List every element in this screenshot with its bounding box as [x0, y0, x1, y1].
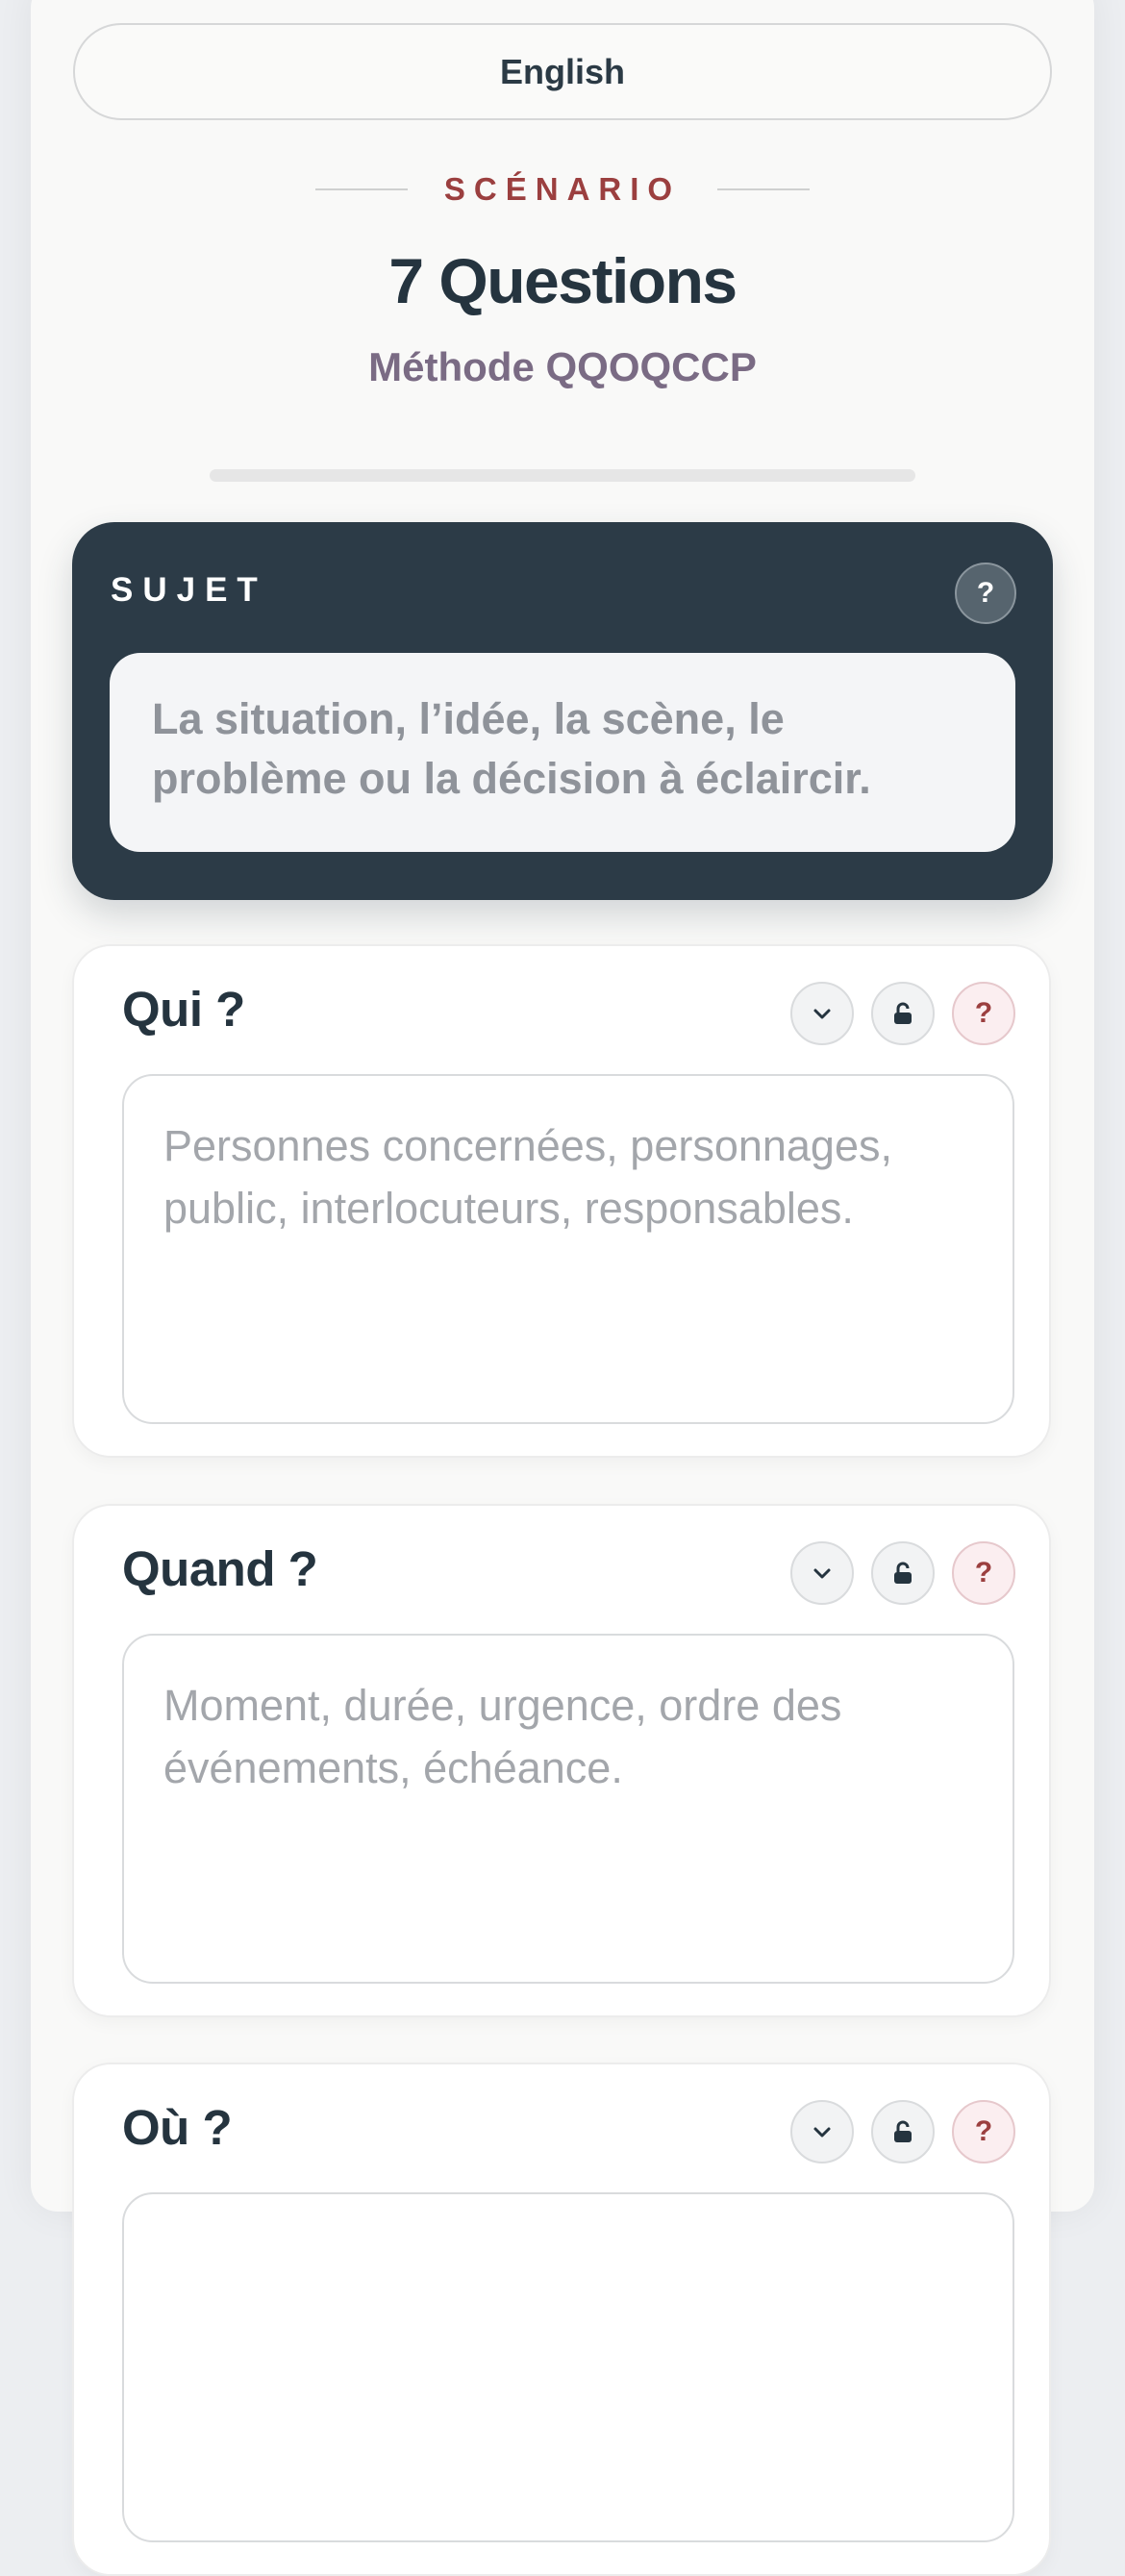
question-input[interactable] — [122, 2192, 1014, 2542]
subject-label: SUJET — [111, 571, 267, 609]
subject-help-button[interactable]: ? — [955, 563, 1016, 624]
help-icon: ? — [974, 2115, 993, 2147]
question-card-ou: Où ? ? — [72, 2063, 1051, 2576]
collapse-button[interactable] — [790, 1541, 854, 1605]
collapse-button[interactable] — [790, 2100, 854, 2163]
chevron-down-icon — [813, 2127, 831, 2138]
language-toggle-button[interactable]: English — [73, 23, 1052, 120]
chevron-down-icon — [813, 1009, 831, 1019]
help-button[interactable]: ? — [952, 2100, 1015, 2163]
help-icon: ? — [976, 577, 995, 609]
lock-button[interactable] — [871, 1541, 935, 1605]
progress-bar — [210, 469, 915, 482]
question-input[interactable]: Moment, durée, urgence, ordre des événem… — [122, 1634, 1014, 1984]
question-card-quand: Quand ? ? Moment, durée, urgence, ordre … — [72, 1504, 1051, 2017]
eyebrow-rule-right — [717, 188, 811, 190]
subject-card: SUJET ? La situation, l’idée, la scène, … — [72, 522, 1053, 900]
chevron-down-icon — [813, 1568, 831, 1579]
section-eyebrow: SCÉNARIO — [0, 171, 1125, 208]
question-card-qui: Qui ? ? Personnes concernées, personnage… — [72, 944, 1051, 1458]
page-title: 7 Questions — [388, 245, 738, 316]
help-icon: ? — [974, 1557, 993, 1588]
lock-button[interactable] — [871, 2100, 935, 2163]
unlock-icon — [894, 1002, 912, 1024]
page-subtitle: Méthode QQOQCCP — [368, 344, 757, 389]
question-title: Où ? — [122, 2100, 233, 2155]
help-button[interactable]: ? — [952, 982, 1015, 1045]
question-input[interactable]: Personnes concernées, personnages, publi… — [122, 1074, 1014, 1424]
help-icon: ? — [974, 997, 993, 1029]
subject-input[interactable]: La situation, l’idée, la scène, le probl… — [110, 653, 1015, 852]
lock-button[interactable] — [871, 982, 935, 1045]
unlock-icon — [894, 2120, 912, 2142]
eyebrow-label: SCÉNARIO — [443, 171, 682, 207]
collapse-button[interactable] — [790, 982, 854, 1045]
question-title: Quand ? — [122, 1541, 318, 1596]
unlock-icon — [894, 1562, 912, 1584]
help-button[interactable]: ? — [952, 1541, 1015, 1605]
eyebrow-rule-left — [314, 188, 408, 190]
question-title: Qui ? — [122, 982, 245, 1037]
